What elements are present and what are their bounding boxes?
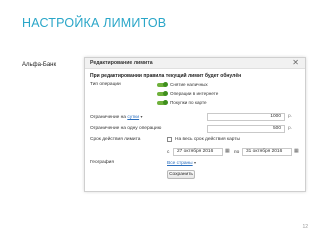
operation-type-label: Тип операции (90, 82, 121, 87)
toggle-on-icon (157, 81, 168, 87)
date-from-input[interactable]: 27 октября 2016 (173, 148, 223, 156)
limit-edit-dialog: Редактирование лимита ✕ При редактирован… (84, 57, 306, 192)
warning-text: При редактировании правила текущий лимит… (90, 73, 242, 79)
single-limit-input[interactable]: 500 (207, 125, 285, 133)
date-from-prefix: с (167, 150, 170, 155)
limit-amount-unit: р. (288, 114, 293, 119)
toggle-on-icon (157, 99, 168, 105)
geography-dropdown[interactable]: Все страны ▾ (167, 160, 196, 166)
page-number: 12 (302, 224, 308, 230)
save-button[interactable]: Сохранить (167, 170, 195, 179)
geography-value[interactable]: Все страны (167, 161, 193, 166)
date-to-prefix: по (234, 150, 240, 155)
period-dropdown[interactable]: сутки (127, 115, 139, 120)
bank-label: Альфа-Банк (22, 62, 57, 68)
limit-amount-input[interactable]: 1000 (207, 113, 285, 121)
single-limit-label: Ограничение на одну операцию (90, 126, 162, 131)
close-icon[interactable]: ✕ (292, 58, 299, 68)
operation-item-label: Покупки по карте (170, 100, 207, 105)
calendar-icon[interactable]: ▦ (294, 149, 299, 154)
chevron-down-icon: ▾ (140, 114, 143, 119)
validity-label: Срок действия лимита (90, 137, 141, 142)
date-to-input[interactable]: 31 октября 2016 (242, 148, 292, 156)
limit-period-label: Ограничение на (90, 115, 126, 120)
dialog-header: Редактирование лимита ✕ (85, 58, 305, 69)
toggle-on-icon (157, 90, 168, 96)
whole-card-term-checkbox[interactable] (167, 137, 172, 142)
operation-item-card-purchases[interactable]: Покупки по карте (157, 99, 207, 106)
operation-item-cash[interactable]: Снятие наличных (157, 81, 208, 88)
limit-period-row: Ограничение на сутки ▾ (90, 114, 142, 120)
chevron-down-icon: ▾ (193, 160, 196, 165)
whole-card-term-label: На весь срок действия карты (175, 137, 241, 142)
single-limit-unit: р. (288, 126, 293, 131)
geography-label: География (90, 160, 114, 165)
operation-item-internet[interactable]: Операции в интернете (157, 90, 218, 97)
dialog-title: Редактирование лимита (90, 60, 153, 66)
slide-title: НАСТРОЙКА ЛИМИТОВ (22, 16, 167, 30)
operation-item-label: Снятие наличных (170, 82, 208, 87)
operation-item-label: Операции в интернете (170, 91, 219, 96)
calendar-icon[interactable]: ▦ (225, 149, 230, 154)
